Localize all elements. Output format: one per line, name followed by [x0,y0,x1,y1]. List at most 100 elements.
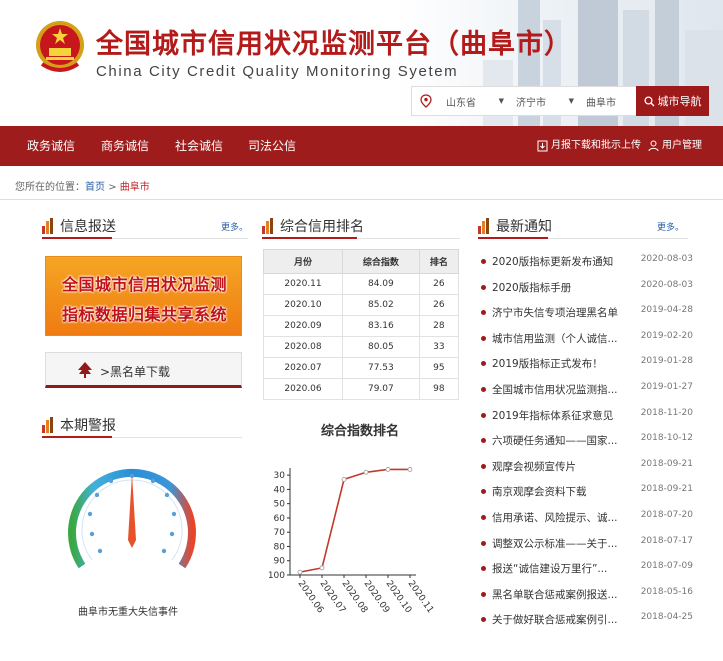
news-date: 2018-10-12 [640,433,693,444]
news-title[interactable]: 济宁市失信专项治理黑名单 [492,305,620,320]
section-underline [478,237,548,239]
bullet-icon [481,566,486,572]
chevron-down-icon: ▼ [498,97,504,105]
breadcrumb-current: 曲阜市 [119,182,150,193]
table-row: 2020.08 80.05 33 [262,336,460,358]
info-more-link[interactable]: 更多。 [221,220,248,233]
bullet-icon [481,591,486,597]
column-header: 排名 [418,249,460,274]
nav-item-business[interactable]: 商务诚信 [101,126,149,166]
bullet-icon [481,438,486,444]
news-item[interactable]: 南京观摩会资料下载 2018-09-21 [478,481,693,507]
news-list: 2020版指标更新发布通知 2020-08-03 2020版指标手册 2020-08-… [478,251,693,635]
bar-chart-icon [42,218,53,234]
column-header: 综合指数 [342,249,420,274]
news-title[interactable]: 全国城市信用状况监测指... [492,382,620,397]
table-row: 2020.07 77.53 95 [262,357,460,379]
county-value: 曲阜市 [586,97,616,109]
table-cell: 2020.06 [262,378,344,400]
nav-item-social[interactable]: 社会诚信 [175,126,223,166]
site-header: 全国城市信用状况监测平台（曲阜市） China City Credit Qual… [0,0,723,126]
news-item[interactable]: 城市信用监测（个人诚信... 2019-02-20 [478,328,693,354]
table-cell: 33 [418,336,460,358]
nav-item-government[interactable]: 政务诚信 [27,126,75,166]
location-pin-icon [412,87,440,115]
user-management-link[interactable]: 用户管理 [648,126,702,166]
table-cell: 85.02 [342,294,420,316]
news-item[interactable]: 报送“诚信建设万里行”... 2018-07-09 [478,558,693,584]
data-sharing-banner[interactable]: 全国城市信用状况监测 指标数据归集共享系统 [45,256,242,336]
monthly-report-link[interactable]: 月报下载和批示上传 [537,126,641,166]
news-item[interactable]: 全国城市信用状况监测指... 2019-01-27 [478,379,693,405]
news-section-title: 最新通知 [496,219,552,235]
news-title[interactable]: 2019版指标正式发布！ [492,356,620,371]
news-item[interactable]: 2020版指标手册 2020-08-03 [478,277,693,303]
divider [0,199,723,200]
news-title[interactable]: 信用承诺、风险提示、诚... [492,510,620,525]
table-cell: 84.09 [342,273,420,295]
news-title[interactable]: 观摩会视频宣传片 [492,459,620,474]
breadcrumb-separator: > [108,182,117,193]
user-icon [648,140,659,152]
news-item[interactable]: 调整双公示标准——关于... 2018-07-17 [478,533,693,559]
news-date: 2020-08-03 [640,254,693,264]
city-nav-button[interactable]: 城市导航 [636,86,709,116]
city-select[interactable]: 济宁市 ▼ [510,87,580,115]
table-cell: 98 [418,378,460,400]
news-title[interactable]: 2019年指标体系征求意见 [492,408,620,423]
news-item[interactable]: 2019版指标正式发布！ 2019-01-28 [478,353,693,379]
data-point [407,467,413,472]
news-title[interactable]: 关于做好联合惩戒案例引... [492,612,620,627]
nav-item-judicial[interactable]: 司法公信 [248,126,296,166]
section-underline [262,237,357,239]
news-item[interactable]: 2020版指标更新发布通知 2020-08-03 [478,251,693,277]
table-cell: 80.05 [342,336,420,358]
news-title[interactable]: 南京观摩会资料下载 [492,484,620,499]
news-item[interactable]: 济宁市失信专项治理黑名单 2019-04-28 [478,302,693,328]
news-title[interactable]: 调整双公示标准——关于... [492,536,620,551]
news-title[interactable]: 报送“诚信建设万里行”... [492,561,620,576]
news-title[interactable]: 2020版指标手册 [492,280,620,295]
news-date: 2019-04-28 [640,305,693,316]
y-tick-label: 40 [274,485,286,495]
breadcrumb: 您所在的位置：首页 > 曲阜市 [15,178,150,193]
news-title[interactable]: 2020版指标更新发布通知 [492,254,620,269]
page-title: 全国城市信用状况监测平台（曲阜市） [96,29,572,60]
bullet-icon [481,259,486,264]
data-point [297,569,303,575]
bullet-icon [481,361,486,367]
bullet-icon [481,386,486,392]
banner-line1: 全国城市信用状况监测 [61,275,227,294]
news-item[interactable]: 黑名单联合惩戒案例报送... 2018-05-16 [478,584,693,610]
tree-icon [78,362,92,378]
y-tick-label: 30 [274,471,286,481]
ranking-section-title: 综合信用排名 [280,219,364,235]
news-title[interactable]: 六项硬任务通知——国家... [492,433,620,448]
bullet-icon [481,335,486,341]
news-item[interactable]: 六项硬任务通知——国家... 2018-10-12 [478,430,693,456]
news-title[interactable]: 黑名单联合惩戒案例报送... [492,587,620,602]
table-row: 2020.11 84.09 26 [262,273,460,295]
data-point [363,469,369,475]
bullet-icon [481,463,486,469]
news-date: 2018-11-20 [640,407,693,418]
bullet-icon [481,514,486,520]
blacklist-download-button[interactable]: >黑名单下载 [45,352,242,388]
breadcrumb-home-link[interactable]: 首页 [85,182,105,193]
news-title[interactable]: 城市信用监测（个人诚信... [492,331,620,346]
news-item[interactable]: 2019年指标体系征求意见 2018-11-20 [478,405,693,431]
table-cell: 26 [418,294,460,316]
main-nav: 政务诚信 商务诚信 社会诚信 司法公信 月报下载和批示上传 用户管理 [0,126,723,166]
chart-title: 综合指数排名 [320,424,399,439]
table-cell: 2020.11 [262,273,344,295]
table-cell: 2020.09 [262,315,344,337]
news-item[interactable]: 观摩会视频宣传片 2018-09-21 [478,456,693,482]
news-more-link[interactable]: 更多。 [657,220,684,233]
news-date: 2018-04-25 [640,612,693,623]
gauge-caption: 曲阜市无重大失信事件 [78,607,178,618]
news-item[interactable]: 关于做好联合惩戒案例引... 2018-04-25 [478,609,693,635]
rank-line-chart: 304050607080901002020.062020.072020.0820… [268,467,435,615]
warning-section-title: 本期警报 [60,418,116,434]
news-item[interactable]: 信用承诺、风险提示、诚... 2018-07-20 [478,507,693,533]
province-select[interactable]: 山东省 ▼ [440,87,510,115]
